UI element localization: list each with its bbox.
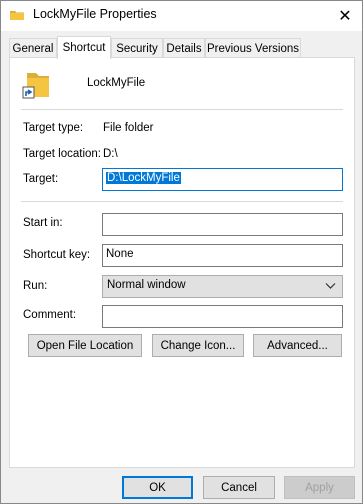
close-icon: ✕ — [338, 8, 352, 25]
shortcut-folder-icon — [22, 73, 49, 99]
target-type-value: File folder — [103, 122, 154, 134]
shortcut-name: LockMyFile — [87, 77, 146, 89]
comment-field[interactable] — [102, 305, 343, 328]
apply-button[interactable]: Apply — [284, 476, 355, 499]
title-bar: LockMyFile Properties ✕ — [1, 1, 362, 31]
start-in-field[interactable] — [102, 213, 343, 236]
target-type-label: Target type: — [23, 122, 84, 134]
advanced-button[interactable]: Advanced... — [253, 334, 342, 357]
target-field[interactable]: D:\LockMyFile — [102, 168, 343, 191]
divider — [21, 109, 343, 110]
tab-previous-versions[interactable]: Previous Versions — [205, 38, 301, 58]
cancel-button[interactable]: Cancel — [203, 476, 275, 499]
run-dropdown[interactable]: Normal window — [102, 275, 343, 298]
tab-shortcut[interactable]: Shortcut — [57, 36, 111, 59]
run-label: Run: — [23, 280, 48, 292]
change-icon-button[interactable]: Change Icon... — [152, 334, 244, 357]
open-file-location-button[interactable]: Open File Location — [28, 334, 142, 357]
tab-security[interactable]: Security — [111, 38, 163, 58]
divider — [21, 201, 343, 202]
close-button[interactable]: ✕ — [328, 1, 362, 31]
run-selected-value: Normal window — [107, 279, 186, 291]
target-label: Target: — [23, 173, 59, 185]
target-location-label: Target location: — [23, 148, 101, 160]
shortcut-key-field[interactable]: None — [102, 244, 343, 267]
tab-strip: General Shortcut Security Details Previo… — [9, 36, 356, 59]
properties-dialog: LockMyFile Properties ✕ General Shortcut… — [0, 0, 363, 504]
tab-details[interactable]: Details — [163, 38, 205, 58]
target-location-value: D:\ — [103, 148, 118, 160]
shortcut-key-label: Shortcut key: — [23, 249, 91, 261]
ok-button[interactable]: OK — [122, 476, 193, 499]
start-in-label: Start in: — [23, 217, 63, 229]
target-field-text: D:\LockMyFile — [106, 172, 181, 184]
chevron-down-icon — [325, 283, 336, 289]
comment-label: Comment: — [23, 309, 77, 321]
window-title: LockMyFile Properties — [33, 7, 157, 21]
tab-general[interactable]: General — [9, 38, 57, 58]
folder-icon — [10, 11, 24, 20]
